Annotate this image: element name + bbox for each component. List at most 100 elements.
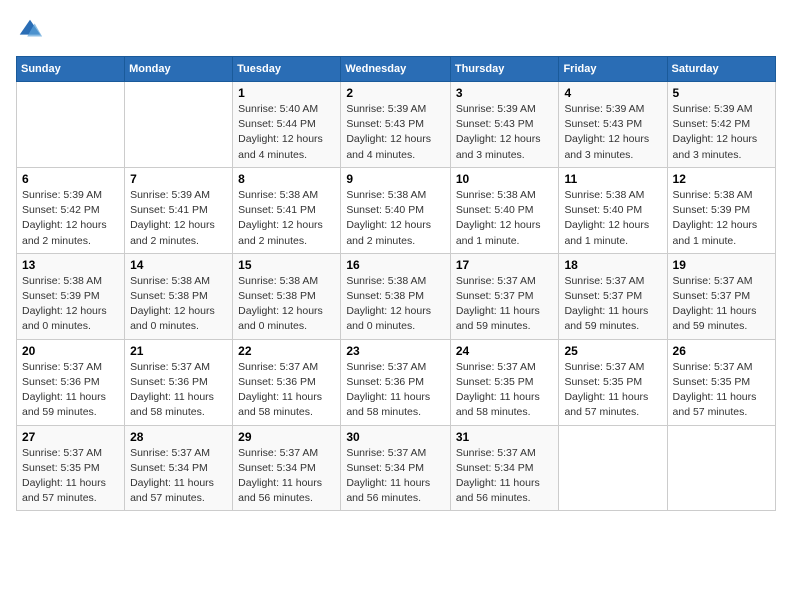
day-info: Sunrise: 5:39 AMSunset: 5:43 PMDaylight:… <box>346 102 445 163</box>
calendar-cell: 11 Sunrise: 5:38 AMSunset: 5:40 PMDayligh… <box>559 167 667 253</box>
calendar-cell: 16 Sunrise: 5:38 AMSunset: 5:38 PMDayligh… <box>341 253 451 339</box>
calendar-table: SundayMondayTuesdayWednesdayThursdayFrid… <box>16 56 776 511</box>
day-number: 5 <box>673 86 770 100</box>
day-number: 2 <box>346 86 445 100</box>
day-number: 30 <box>346 430 445 444</box>
calendar-cell: 19 Sunrise: 5:37 AMSunset: 5:37 PMDayligh… <box>667 253 775 339</box>
day-number: 4 <box>564 86 661 100</box>
day-info: Sunrise: 5:38 AMSunset: 5:38 PMDaylight:… <box>346 274 445 335</box>
day-info: Sunrise: 5:40 AMSunset: 5:44 PMDaylight:… <box>238 102 335 163</box>
calendar-cell: 28 Sunrise: 5:37 AMSunset: 5:34 PMDayligh… <box>125 425 233 511</box>
day-header-tuesday: Tuesday <box>233 57 341 82</box>
calendar-cell <box>559 425 667 511</box>
day-info: Sunrise: 5:38 AMSunset: 5:40 PMDaylight:… <box>346 188 445 249</box>
calendar-cell: 27 Sunrise: 5:37 AMSunset: 5:35 PMDayligh… <box>17 425 125 511</box>
day-info: Sunrise: 5:37 AMSunset: 5:35 PMDaylight:… <box>564 360 661 421</box>
day-info: Sunrise: 5:37 AMSunset: 5:35 PMDaylight:… <box>22 446 119 507</box>
calendar-cell: 10 Sunrise: 5:38 AMSunset: 5:40 PMDayligh… <box>450 167 559 253</box>
calendar-cell: 12 Sunrise: 5:38 AMSunset: 5:39 PMDayligh… <box>667 167 775 253</box>
day-info: Sunrise: 5:38 AMSunset: 5:39 PMDaylight:… <box>22 274 119 335</box>
day-number: 24 <box>456 344 554 358</box>
day-number: 7 <box>130 172 227 186</box>
calendar-cell: 1 Sunrise: 5:40 AMSunset: 5:44 PMDaylight… <box>233 82 341 168</box>
day-number: 1 <box>238 86 335 100</box>
calendar-cell: 22 Sunrise: 5:37 AMSunset: 5:36 PMDayligh… <box>233 339 341 425</box>
calendar-week-3: 13Sunrise: 5:38 AMSunset: 5:39 PMDayligh… <box>17 253 776 339</box>
calendar-cell: 6 Sunrise: 5:39 AMSunset: 5:42 PMDaylight… <box>17 167 125 253</box>
calendar-cell: 26 Sunrise: 5:37 AMSunset: 5:35 PMDayligh… <box>667 339 775 425</box>
day-info: Sunrise: 5:38 AMSunset: 5:38 PMDaylight:… <box>238 274 335 335</box>
calendar-cell: 8 Sunrise: 5:38 AMSunset: 5:41 PMDaylight… <box>233 167 341 253</box>
day-number: 6 <box>22 172 119 186</box>
day-number: 10 <box>456 172 554 186</box>
day-info: Sunrise: 5:37 AMSunset: 5:36 PMDaylight:… <box>346 360 445 421</box>
day-header-sunday: Sunday <box>17 57 125 82</box>
day-header-saturday: Saturday <box>667 57 775 82</box>
day-number: 15 <box>238 258 335 272</box>
calendar-week-1: 1 Sunrise: 5:40 AMSunset: 5:44 PMDaylight… <box>17 82 776 168</box>
day-header-monday: Monday <box>125 57 233 82</box>
day-number: 29 <box>238 430 335 444</box>
day-info: Sunrise: 5:39 AMSunset: 5:42 PMDaylight:… <box>673 102 770 163</box>
day-info: Sunrise: 5:37 AMSunset: 5:37 PMDaylight:… <box>673 274 770 335</box>
day-info: Sunrise: 5:38 AMSunset: 5:41 PMDaylight:… <box>238 188 335 249</box>
calendar-header-row: SundayMondayTuesdayWednesdayThursdayFrid… <box>17 57 776 82</box>
calendar-cell: 18 Sunrise: 5:37 AMSunset: 5:37 PMDayligh… <box>559 253 667 339</box>
day-info: Sunrise: 5:39 AMSunset: 5:43 PMDaylight:… <box>564 102 661 163</box>
day-number: 22 <box>238 344 335 358</box>
day-info: Sunrise: 5:39 AMSunset: 5:43 PMDaylight:… <box>456 102 554 163</box>
day-header-wednesday: Wednesday <box>341 57 451 82</box>
calendar-cell: 31 Sunrise: 5:37 AMSunset: 5:34 PMDayligh… <box>450 425 559 511</box>
calendar-cell: 14 Sunrise: 5:38 AMSunset: 5:38 PMDayligh… <box>125 253 233 339</box>
day-number: 18 <box>564 258 661 272</box>
day-info: Sunrise: 5:37 AMSunset: 5:34 PMDaylight:… <box>238 446 335 507</box>
day-info: Sunrise: 5:38 AMSunset: 5:38 PMDaylight:… <box>130 274 227 335</box>
calendar-cell: 5 Sunrise: 5:39 AMSunset: 5:42 PMDaylight… <box>667 82 775 168</box>
day-info: Sunrise: 5:37 AMSunset: 5:34 PMDaylight:… <box>130 446 227 507</box>
day-number: 27 <box>22 430 119 444</box>
day-header-friday: Friday <box>559 57 667 82</box>
calendar-cell: 15 Sunrise: 5:38 AMSunset: 5:38 PMDayligh… <box>233 253 341 339</box>
day-number: 12 <box>673 172 770 186</box>
calendar-cell: 13Sunrise: 5:38 AMSunset: 5:39 PMDayligh… <box>17 253 125 339</box>
day-number: 23 <box>346 344 445 358</box>
calendar-week-2: 6 Sunrise: 5:39 AMSunset: 5:42 PMDaylight… <box>17 167 776 253</box>
calendar-cell <box>125 82 233 168</box>
calendar-week-5: 27 Sunrise: 5:37 AMSunset: 5:35 PMDayligh… <box>17 425 776 511</box>
day-info: Sunrise: 5:37 AMSunset: 5:37 PMDaylight:… <box>564 274 661 335</box>
day-number: 16 <box>346 258 445 272</box>
calendar-cell <box>667 425 775 511</box>
day-info: Sunrise: 5:38 AMSunset: 5:39 PMDaylight:… <box>673 188 770 249</box>
day-number: 14 <box>130 258 227 272</box>
logo-icon <box>16 16 44 44</box>
day-info: Sunrise: 5:37 AMSunset: 5:35 PMDaylight:… <box>673 360 770 421</box>
day-info: Sunrise: 5:37 AMSunset: 5:34 PMDaylight:… <box>456 446 554 507</box>
calendar-cell: 20Sunrise: 5:37 AMSunset: 5:36 PMDayligh… <box>17 339 125 425</box>
calendar-cell <box>17 82 125 168</box>
day-info: Sunrise: 5:37 AMSunset: 5:37 PMDaylight:… <box>456 274 554 335</box>
calendar-cell: 30Sunrise: 5:37 AMSunset: 5:34 PMDayligh… <box>341 425 451 511</box>
page-header <box>16 16 776 44</box>
day-number: 8 <box>238 172 335 186</box>
day-number: 19 <box>673 258 770 272</box>
day-number: 17 <box>456 258 554 272</box>
day-info: Sunrise: 5:37 AMSunset: 5:36 PMDaylight:… <box>238 360 335 421</box>
calendar-cell: 3Sunrise: 5:39 AMSunset: 5:43 PMDaylight… <box>450 82 559 168</box>
day-number: 31 <box>456 430 554 444</box>
day-number: 25 <box>564 344 661 358</box>
day-number: 26 <box>673 344 770 358</box>
day-info: Sunrise: 5:38 AMSunset: 5:40 PMDaylight:… <box>456 188 554 249</box>
day-number: 28 <box>130 430 227 444</box>
day-info: Sunrise: 5:37 AMSunset: 5:36 PMDaylight:… <box>22 360 119 421</box>
calendar-cell: 17 Sunrise: 5:37 AMSunset: 5:37 PMDayligh… <box>450 253 559 339</box>
day-header-thursday: Thursday <box>450 57 559 82</box>
day-info: Sunrise: 5:39 AMSunset: 5:41 PMDaylight:… <box>130 188 227 249</box>
calendar-cell: 21Sunrise: 5:37 AMSunset: 5:36 PMDayligh… <box>125 339 233 425</box>
calendar-cell: 25 Sunrise: 5:37 AMSunset: 5:35 PMDayligh… <box>559 339 667 425</box>
day-info: Sunrise: 5:38 AMSunset: 5:40 PMDaylight:… <box>564 188 661 249</box>
day-info: Sunrise: 5:37 AMSunset: 5:35 PMDaylight:… <box>456 360 554 421</box>
day-number: 21 <box>130 344 227 358</box>
calendar-week-4: 20Sunrise: 5:37 AMSunset: 5:36 PMDayligh… <box>17 339 776 425</box>
day-info: Sunrise: 5:39 AMSunset: 5:42 PMDaylight:… <box>22 188 119 249</box>
day-number: 11 <box>564 172 661 186</box>
